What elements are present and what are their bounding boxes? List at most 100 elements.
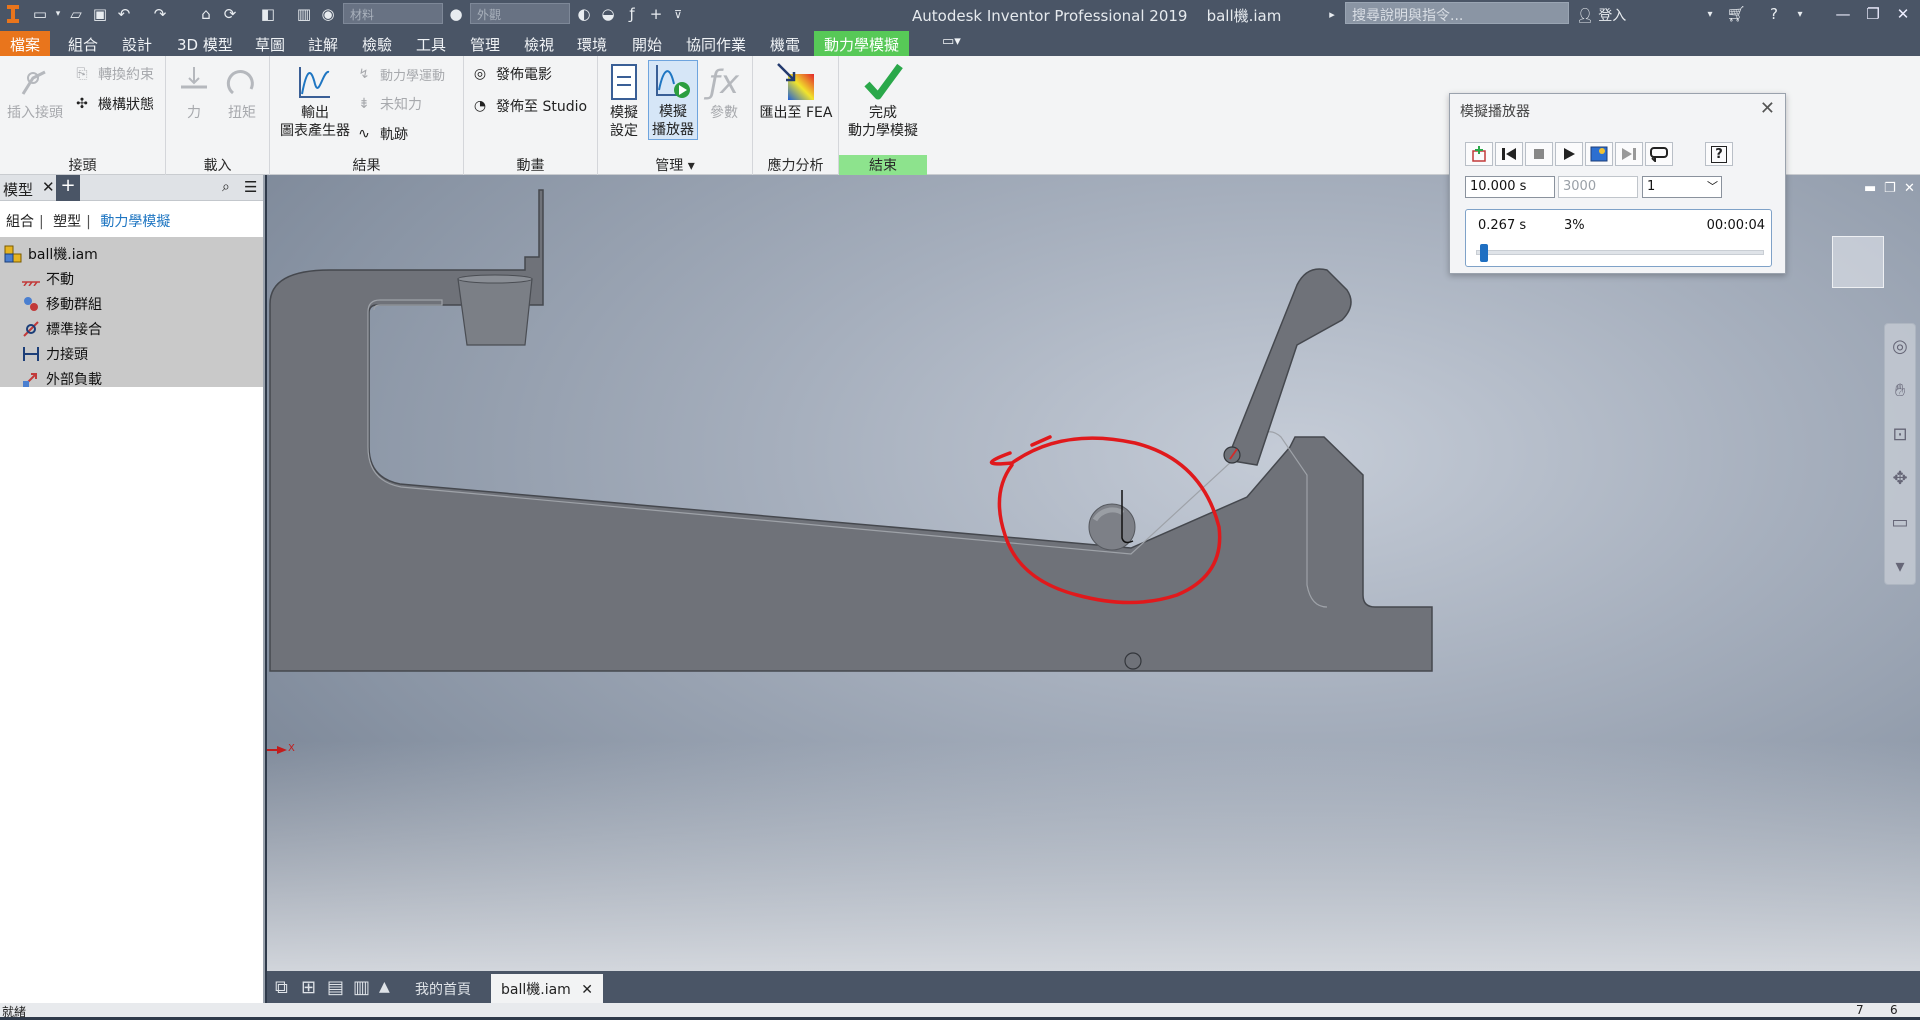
panel-options-icon[interactable]: ▭▾ xyxy=(932,31,971,56)
unknown-force-button[interactable]: ⇟ 未知力 xyxy=(354,94,422,114)
screen-refresh-button[interactable] xyxy=(1585,142,1613,166)
undo-icon[interactable]: ↶ xyxy=(114,4,134,24)
stop-button[interactable] xyxy=(1525,142,1553,166)
tab-view[interactable]: 檢視 xyxy=(514,31,564,56)
insert-joint-button[interactable]: 插入接頭 xyxy=(4,62,66,122)
add-icon[interactable]: + xyxy=(646,4,666,24)
select-icon[interactable]: ◧ xyxy=(258,4,278,24)
timeline-slider-thumb[interactable] xyxy=(1479,244,1488,262)
graphics-viewport[interactable]: Z X ▬ ❐ ✕ ◎ ✋︎ ⊡ ✥ ▭ ▾ xyxy=(267,175,1920,971)
appearance-sphere-icon[interactable]: ● xyxy=(446,4,466,24)
tab-collaborate[interactable]: 協同作業 xyxy=(676,31,756,56)
measure-icon[interactable]: ▥ xyxy=(294,4,314,24)
save-icon[interactable]: ▣ xyxy=(90,4,110,24)
cart-icon[interactable]: 🛒︎ xyxy=(1726,4,1746,24)
tile-windows-icon[interactable]: ⊞ xyxy=(301,977,316,998)
help-dropdown-icon[interactable]: ▾ xyxy=(1790,4,1810,24)
play-button[interactable] xyxy=(1555,142,1583,166)
tab-3d-model[interactable]: 3D 模型 xyxy=(167,31,243,56)
color-icon[interactable]: ◉ xyxy=(318,4,338,24)
end-time-input[interactable]: 10.000 s xyxy=(1465,176,1555,198)
tab-environments[interactable]: 環境 xyxy=(567,31,617,56)
restore-icon[interactable]: ❐ xyxy=(1858,2,1888,26)
customize-icon[interactable]: ⊽ xyxy=(668,4,688,24)
tab-electromechanical[interactable]: 機電 xyxy=(760,31,810,56)
parameters-button[interactable]: ƒx 參數 xyxy=(702,62,746,122)
parameters-fx-icon[interactable]: ƒ xyxy=(622,4,642,24)
tree-node-force-joints[interactable]: 力接頭 xyxy=(0,341,263,366)
material-combo[interactable]: 材料 xyxy=(343,3,443,24)
browser-search-icon[interactable]: ⌕ xyxy=(222,179,230,195)
trace-button[interactable]: ∿ 軌跡 xyxy=(354,124,408,144)
timeline-slider-track[interactable] xyxy=(1476,250,1764,255)
tab-assemble[interactable]: 組合 xyxy=(58,31,108,56)
sim-settings-button[interactable]: 模擬 設定 xyxy=(604,62,644,140)
browser-close-icon[interactable]: ✕ xyxy=(42,178,55,196)
view-face-icon[interactable]: ▭ xyxy=(1885,500,1915,544)
tab-get-started[interactable]: 開始 xyxy=(622,31,672,56)
tab-dynamic-simulation[interactable]: 動力學模擬 xyxy=(814,31,910,56)
help-search-input[interactable]: 搜尋說明與指令... xyxy=(1345,2,1569,24)
close-window-icon[interactable]: ✕ xyxy=(1888,2,1918,26)
update-icon[interactable]: ⟳ xyxy=(220,4,240,24)
tab-tools[interactable]: 工具 xyxy=(406,31,456,56)
cascade-windows-icon[interactable]: ⧉ xyxy=(275,977,288,998)
images-input[interactable]: 3000 xyxy=(1558,176,1638,198)
sim-player-button[interactable]: 模擬 播放器 xyxy=(648,60,698,140)
viewport-minimize-icon[interactable]: ▬ xyxy=(1864,181,1876,196)
orbit-icon[interactable]: ✥ xyxy=(1885,456,1915,500)
new-file-icon[interactable]: ▭ xyxy=(30,4,50,24)
zoom-icon[interactable]: ⊡ xyxy=(1885,412,1915,456)
tab-manage[interactable]: 管理 xyxy=(460,31,510,56)
browser-add-icon[interactable]: + xyxy=(56,175,80,201)
tab-annotate[interactable]: 註解 xyxy=(298,31,348,56)
force-button[interactable]: 力 xyxy=(172,62,216,122)
help-button[interactable]: ? xyxy=(1705,142,1733,166)
steering-wheel-icon[interactable]: ◎ xyxy=(1885,324,1915,368)
tree-node-standard-joints[interactable]: 標準接合 xyxy=(0,316,263,341)
expand-arrow-icon[interactable]: ▸ xyxy=(1322,4,1342,24)
finish-dynamic-simulation-button[interactable]: 完成 動力學模擬 xyxy=(841,62,925,140)
viewport-close-icon[interactable]: ✕ xyxy=(1904,181,1915,196)
viewport-restore-icon[interactable]: ❐ xyxy=(1884,181,1896,196)
nav-assembly[interactable]: 組合 xyxy=(6,214,34,230)
tab-close-icon[interactable]: ✕ xyxy=(581,982,593,998)
group-title-manage[interactable]: 管理 ▾ xyxy=(598,155,752,175)
sign-in-button[interactable]: 👤︎ 登入 xyxy=(1576,5,1626,25)
help-icon[interactable]: ? xyxy=(1764,4,1784,24)
tab-file[interactable]: 檔案 xyxy=(0,31,50,56)
torque-button[interactable]: 扭矩 xyxy=(220,62,264,122)
nav-dynamic-simulation[interactable]: 動力學模擬 xyxy=(100,214,170,230)
tile-horizontal-icon[interactable]: ▤ xyxy=(327,977,344,998)
player-close-icon[interactable]: ✕ xyxy=(1760,98,1775,119)
navbar-options-icon[interactable]: ▾ xyxy=(1885,544,1915,588)
dynamic-motion-button[interactable]: ↯ 動力學運動 xyxy=(354,64,445,84)
fast-forward-button[interactable] xyxy=(1615,142,1643,166)
output-grapher-button[interactable]: 輸出 圖表產生器 xyxy=(274,62,356,140)
tree-node-external-loads[interactable]: 外部負載 xyxy=(0,366,263,391)
loop-button[interactable] xyxy=(1645,142,1673,166)
viewcube[interactable] xyxy=(1832,236,1884,288)
clear-appearance-icon[interactable]: ◐ xyxy=(574,4,594,24)
inventor-logo-icon[interactable] xyxy=(2,4,24,24)
pan-icon[interactable]: ✋︎ xyxy=(1885,368,1915,412)
tab-design[interactable]: 設計 xyxy=(112,31,162,56)
redo-icon[interactable]: ↷ xyxy=(150,4,170,24)
adjust-icon[interactable]: ◒ xyxy=(598,4,618,24)
home-icon[interactable]: ⌂ xyxy=(196,4,216,24)
open-folder-icon[interactable]: ▱ xyxy=(66,4,86,24)
tree-node-root[interactable]: ball機.iam xyxy=(0,241,263,266)
ball-machine-model[interactable] xyxy=(267,175,1920,971)
appearance-combo[interactable]: 外觀 xyxy=(470,3,570,24)
signin-dropdown-icon[interactable]: ▾ xyxy=(1700,4,1720,24)
rewind-button[interactable] xyxy=(1495,142,1523,166)
tab-document[interactable]: ball機.iam ✕ xyxy=(491,974,603,1003)
dropdown-icon[interactable]: ▾ xyxy=(48,4,68,24)
tile-vertical-icon[interactable]: ▥ xyxy=(353,977,370,998)
minimize-icon[interactable]: — xyxy=(1828,2,1858,26)
mechanism-status-button[interactable]: ✣ 機構狀態 xyxy=(72,94,154,114)
tab-my-home[interactable]: 我的首頁 xyxy=(405,974,481,1003)
convert-constraints-button[interactable]: ⎘ 轉換約束 xyxy=(72,64,154,84)
tree-node-mobile-groups[interactable]: 移動群組 xyxy=(0,291,263,316)
tree-node-grounded[interactable]: 不動 xyxy=(0,266,263,291)
